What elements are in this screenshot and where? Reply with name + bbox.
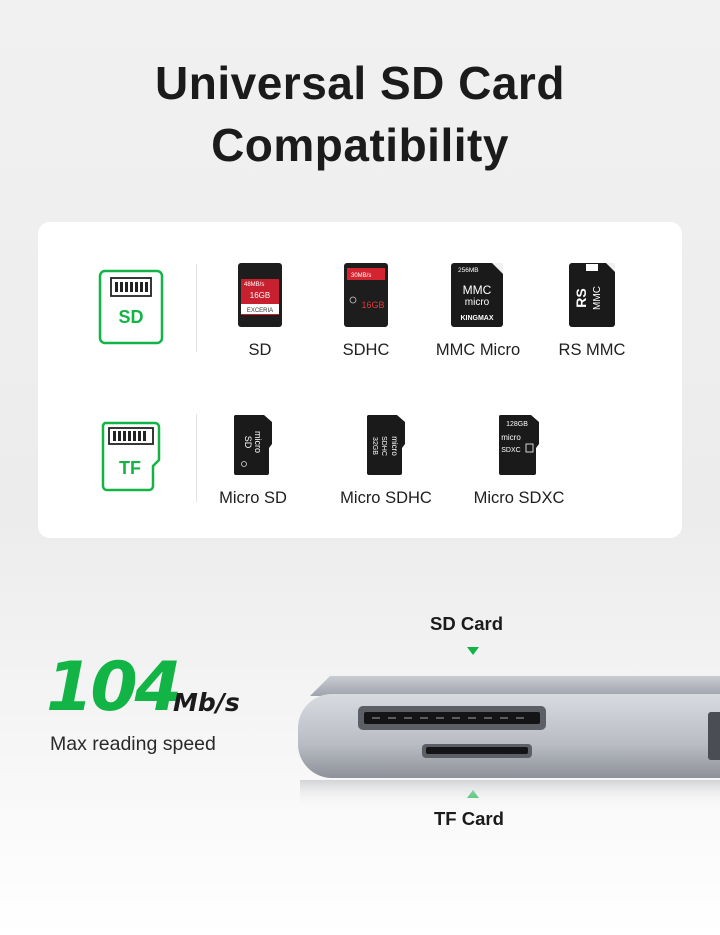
- title-line-1: Universal SD Card: [155, 57, 565, 109]
- speed-unit: Mb/s: [173, 688, 240, 717]
- divider: [196, 414, 197, 502]
- svg-text:EXCERIA: EXCERIA: [247, 308, 273, 314]
- svg-text:SD: SD: [243, 436, 253, 449]
- tf-card-icon: TF: [97, 420, 165, 494]
- svg-text:256MB: 256MB: [458, 267, 479, 274]
- rs-mmc-card-image: RS MMC: [569, 263, 615, 327]
- card-label: RS MMC: [558, 341, 626, 359]
- svg-text:micro: micro: [390, 436, 399, 456]
- sd-card-image: 48MB/s 16GB EXCERIA: [238, 263, 282, 327]
- card-label: SDHC: [342, 341, 390, 359]
- sd-slot-label: SD Card: [430, 613, 503, 634]
- card-reader-hub: [298, 676, 720, 810]
- sd-category-label: SD: [118, 307, 143, 327]
- card-label: Micro SDXC: [473, 489, 565, 507]
- sd-card-icon: SD: [97, 268, 165, 346]
- svg-text:micro: micro: [501, 433, 521, 442]
- card-mmc-micro: 256MB MMC micro KINGMAX MMC Micro: [428, 262, 528, 360]
- divider: [196, 264, 197, 352]
- svg-text:RS: RS: [573, 288, 589, 307]
- svg-text:16GB: 16GB: [250, 291, 270, 300]
- svg-text:MMC: MMC: [592, 286, 603, 310]
- speed-caption: Max reading speed: [50, 733, 216, 755]
- page-title: Universal SD Card Compatibility: [0, 52, 720, 176]
- svg-text:32GB: 32GB: [371, 437, 378, 455]
- card-label: Micro SD: [219, 489, 287, 507]
- card-sd: 48MB/s 16GB EXCERIA SD: [216, 262, 304, 360]
- card-rs-mmc: RS MMC RS MMC: [546, 262, 638, 360]
- card-sdhc: 30MB/s 16GB SDHC: [322, 262, 410, 360]
- title-line-2: Compatibility: [211, 119, 509, 171]
- svg-text:SDHC: SDHC: [380, 436, 387, 456]
- card-micro-sd: micro SD Micro SD: [208, 414, 298, 508]
- card-label: Micro SDHC: [340, 489, 432, 507]
- svg-text:MMC: MMC: [463, 283, 492, 297]
- micro-sd-card-image: micro SD: [233, 415, 272, 475]
- svg-text:micro: micro: [465, 297, 490, 308]
- svg-text:128GB: 128GB: [506, 421, 528, 428]
- speed-value: 104: [46, 648, 182, 727]
- svg-text:micro: micro: [253, 431, 263, 453]
- micro-sdhc-card-image: micro SDHC 32GB: [366, 415, 405, 475]
- svg-text:48MB/s: 48MB/s: [244, 282, 264, 288]
- card-label: MMC Micro: [435, 341, 521, 359]
- compatibility-panel: SD 48MB/s 16GB EXCERIA SD 30MB/s 16GB SD…: [38, 222, 682, 538]
- card-micro-sdhc: micro SDHC 32GB Micro SDHC: [332, 414, 440, 508]
- svg-text:16GB: 16GB: [361, 300, 384, 310]
- svg-text:SDXC: SDXC: [501, 447, 520, 454]
- svg-text:KINGMAX: KINGMAX: [460, 315, 493, 322]
- micro-sdxc-card-image: 128GB micro SDXC: [498, 415, 539, 475]
- arrow-down-icon: [467, 647, 479, 655]
- svg-text:30MB/s: 30MB/s: [351, 273, 371, 279]
- mmc-micro-card-image: 256MB MMC micro KINGMAX: [451, 263, 503, 327]
- card-label: SD: [248, 341, 272, 359]
- card-micro-sdxc: 128GB micro SDXC Micro SDXC: [466, 414, 572, 508]
- tf-category-label: TF: [119, 458, 141, 478]
- sdhc-card-image: 30MB/s 16GB: [344, 263, 388, 327]
